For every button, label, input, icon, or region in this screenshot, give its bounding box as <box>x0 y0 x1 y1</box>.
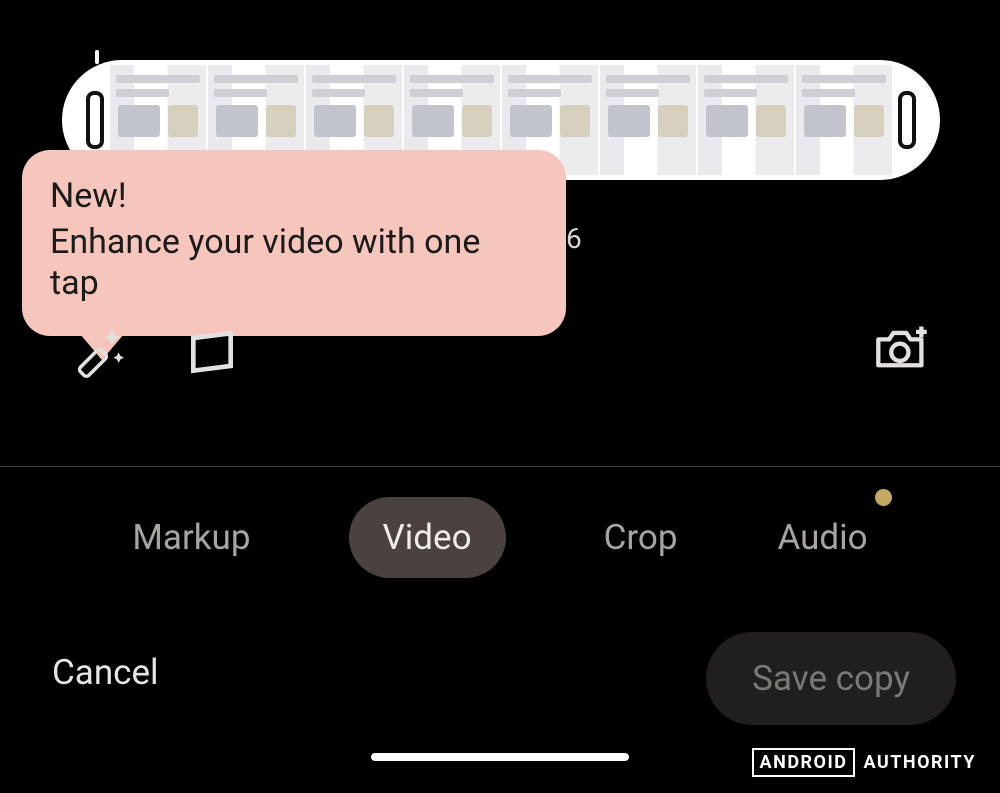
bottom-action-bar: Cancel Save copy <box>0 630 1000 730</box>
export-frame-button[interactable] <box>184 324 240 380</box>
tooltip-title: New! <box>50 176 532 216</box>
timeline-frame <box>698 65 794 175</box>
watermark-boxed: ANDROID <box>752 748 856 777</box>
audio-indicator-dot <box>875 489 892 506</box>
timeline-frame <box>600 65 696 175</box>
tab-audio-label: Audio <box>777 517 867 558</box>
tab-markup[interactable]: Markup <box>130 517 252 558</box>
trim-end-handle[interactable] <box>898 91 916 149</box>
timeline-frame <box>796 65 892 175</box>
tab-crop[interactable]: Crop <box>602 517 680 558</box>
enhance-wand-icon <box>72 322 128 378</box>
feature-tooltip[interactable]: New! Enhance your video with one tap <box>22 150 566 336</box>
watermark-plain: AUTHORITY <box>863 752 976 773</box>
overlay-fragment-text: 6 <box>566 222 582 255</box>
export-frame-icon <box>184 324 240 380</box>
camera-plus-button[interactable] <box>874 320 930 376</box>
editor-tabs: Markup Video Crop Audio <box>0 494 1000 580</box>
save-copy-button[interactable]: Save copy <box>706 632 956 725</box>
tab-video[interactable]: Video <box>349 497 506 578</box>
enhance-button[interactable] <box>72 322 128 378</box>
camera-plus-icon <box>874 320 930 376</box>
gesture-nav-pill[interactable] <box>371 753 629 761</box>
timeline-playhead[interactable] <box>95 50 99 64</box>
tool-row <box>0 318 1000 392</box>
tooltip-body: Enhance your video with one tap <box>50 222 532 304</box>
watermark: ANDROID AUTHORITY <box>752 748 976 777</box>
section-divider <box>0 466 1000 467</box>
tab-audio[interactable]: Audio <box>775 517 869 558</box>
trim-start-handle[interactable] <box>86 91 104 149</box>
cancel-button[interactable]: Cancel <box>52 652 159 693</box>
